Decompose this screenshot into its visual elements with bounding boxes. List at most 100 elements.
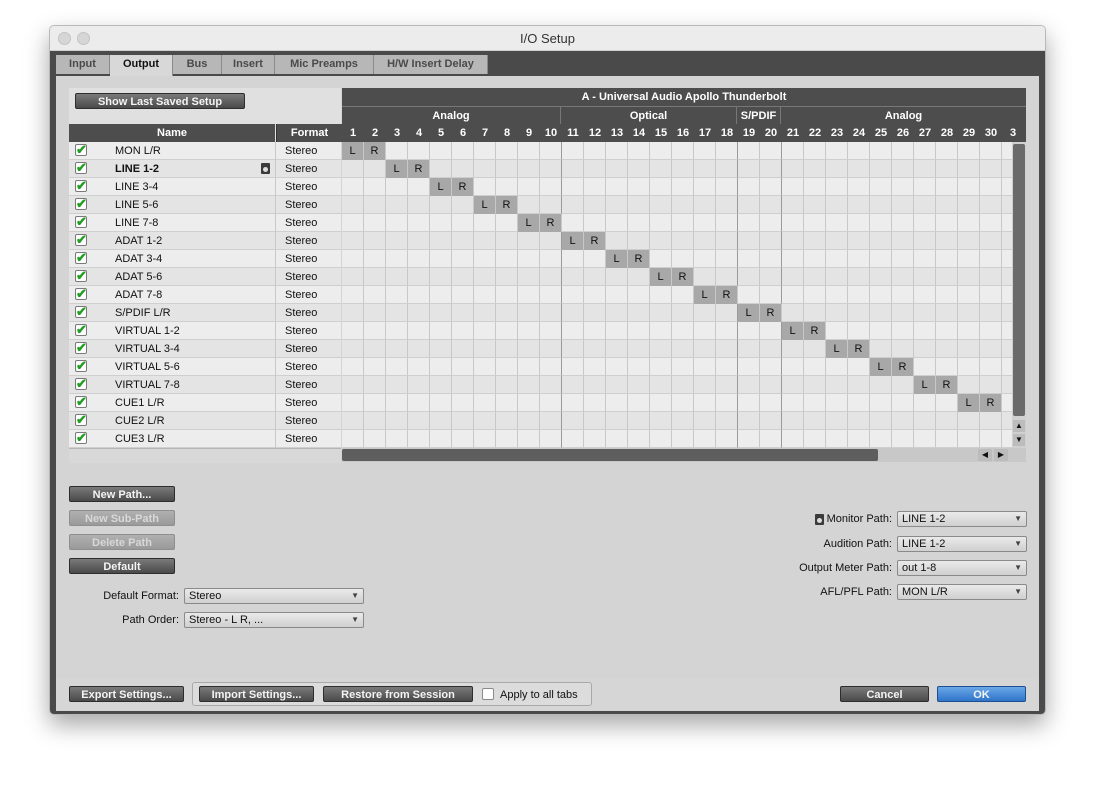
grid-cell[interactable] [606,322,628,340]
assigned-right-channel[interactable]: R [848,340,870,358]
tab-bus[interactable]: Bus [173,55,222,74]
grid-cell[interactable] [826,196,848,214]
path-row[interactable]: VIRTUAL 3-4 Stereo [69,340,341,358]
grid-cell[interactable] [936,178,958,196]
grid-cell[interactable] [606,196,628,214]
grid-cell[interactable] [386,322,408,340]
grid-cell[interactable] [760,250,782,268]
grid-cell[interactable] [606,340,628,358]
grid-cell[interactable] [848,232,870,250]
grid-cell[interactable] [342,322,364,340]
grid-cell[interactable] [870,232,892,250]
grid-cell[interactable] [848,376,870,394]
assigned-left-channel[interactable]: L [342,142,364,160]
grid-cell[interactable] [804,178,826,196]
grid-cell[interactable] [452,394,474,412]
grid-cell[interactable] [694,394,716,412]
path-row[interactable]: VIRTUAL 7-8 Stereo [69,376,341,394]
grid-cell[interactable] [430,304,452,322]
grid-cell[interactable] [958,430,980,448]
grid-cell[interactable] [760,232,782,250]
grid-cell[interactable] [408,376,430,394]
grid-cell[interactable] [892,178,914,196]
grid-cell[interactable] [496,394,518,412]
grid-cell[interactable] [958,160,980,178]
tab-hw-insert-delay[interactable]: H/W Insert Delay [374,55,488,74]
grid-cell[interactable] [342,178,364,196]
grid-cell[interactable] [870,430,892,448]
grid-cell[interactable] [782,340,804,358]
grid-cell[interactable] [848,178,870,196]
path-enabled-checkbox[interactable] [75,358,87,374]
tab-input[interactable]: Input [56,55,110,74]
grid-cell[interactable] [760,286,782,304]
grid-cell[interactable] [694,304,716,322]
grid-cell[interactable] [892,430,914,448]
grid-cell[interactable] [364,430,386,448]
grid-cell[interactable] [628,394,650,412]
grid-cell[interactable] [496,322,518,340]
grid-cell[interactable] [474,268,496,286]
grid-cell[interactable] [804,394,826,412]
grid-cell[interactable] [496,250,518,268]
grid-cell[interactable] [738,232,760,250]
grid-cell[interactable] [958,412,980,430]
path-enabled-checkbox[interactable] [75,250,87,266]
assigned-right-channel[interactable]: R [452,178,474,196]
grid-cell[interactable] [716,250,738,268]
grid-cell[interactable] [936,286,958,304]
grid-cell[interactable] [936,196,958,214]
grid-cell[interactable] [518,340,540,358]
grid-cell[interactable] [892,196,914,214]
grid-cell[interactable] [936,250,958,268]
grid-cell[interactable] [628,142,650,160]
grid-cell[interactable] [584,214,606,232]
grid-cell[interactable] [826,160,848,178]
grid-cell[interactable] [782,214,804,232]
grid-cell[interactable] [474,160,496,178]
grid-cell[interactable] [958,178,980,196]
grid-cell[interactable] [782,394,804,412]
grid-cell[interactable] [496,430,518,448]
grid-cell[interactable] [1002,178,1012,196]
grid-cell[interactable] [628,430,650,448]
grid-cell[interactable] [848,358,870,376]
grid-cell[interactable] [452,286,474,304]
grid-cell[interactable] [804,430,826,448]
grid-cell[interactable] [672,196,694,214]
grid-cell[interactable] [540,394,562,412]
grid-cell[interactable] [760,394,782,412]
grid-cell[interactable] [694,232,716,250]
horizontal-scrollbar[interactable]: ◀ ▶ [342,448,1026,462]
grid-cell[interactable] [474,214,496,232]
grid-cell[interactable] [936,412,958,430]
grid-cell[interactable] [364,268,386,286]
grid-cell[interactable] [826,430,848,448]
grid-cell[interactable] [364,322,386,340]
grid-cell[interactable] [562,286,584,304]
grid-cell[interactable] [914,340,936,358]
grid-cell[interactable] [386,142,408,160]
assigned-left-channel[interactable]: L [958,394,980,412]
grid-cell[interactable] [914,214,936,232]
grid-cell[interactable] [650,178,672,196]
path-enabled-checkbox[interactable] [75,286,87,302]
grid-cell[interactable] [672,394,694,412]
grid-cell[interactable] [650,412,672,430]
grid-cell[interactable] [430,286,452,304]
grid-cell[interactable] [628,160,650,178]
grid-cell[interactable] [562,268,584,286]
path-row[interactable]: CUE2 L/R Stereo [69,412,341,430]
grid-cell[interactable] [518,304,540,322]
grid-cell[interactable] [540,286,562,304]
grid-cell[interactable] [694,430,716,448]
grid-cell[interactable] [540,196,562,214]
new-path-button[interactable]: New Path... [69,486,175,502]
grid-cell[interactable] [562,358,584,376]
grid-cell[interactable] [672,340,694,358]
grid-cell[interactable] [826,268,848,286]
assigned-right-channel[interactable]: R [584,232,606,250]
assigned-left-channel[interactable]: L [826,340,848,358]
grid-cell[interactable] [628,358,650,376]
grid-cell[interactable] [430,340,452,358]
